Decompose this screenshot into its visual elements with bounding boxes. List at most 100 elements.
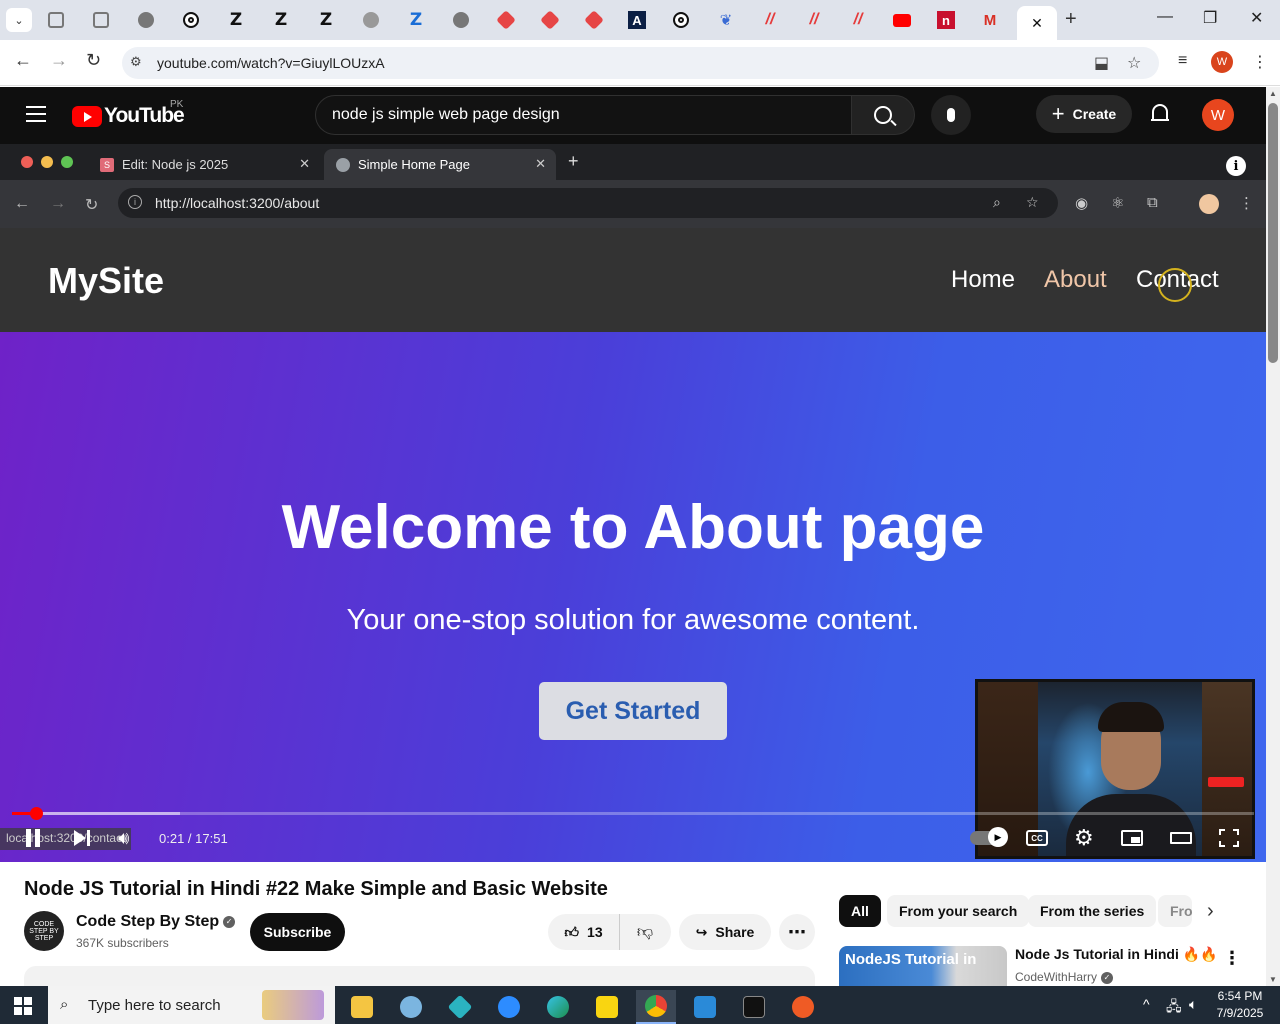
tab-favicon-a-icon[interactable]: A	[627, 10, 647, 30]
tab-favicon-bird-icon[interactable]: ❦	[716, 10, 736, 30]
miniplayer-button[interactable]	[1121, 826, 1143, 850]
tab-close-icon[interactable]: ✕	[1031, 15, 1043, 32]
network-icon[interactable]: 🖧︎	[1166, 996, 1182, 1020]
terminal-icon[interactable]	[734, 990, 774, 1024]
search-input[interactable]: node js simple web page design	[315, 95, 852, 135]
search-query[interactable]: node js simple web page design	[332, 106, 560, 124]
create-button[interactable]: + Create	[1036, 95, 1132, 133]
minimize-icon[interactable]: —	[1157, 8, 1173, 26]
volume-button[interactable]: 🔊︎	[118, 826, 129, 850]
next-button[interactable]	[74, 826, 90, 850]
tab-search-button[interactable]: ⌄	[6, 8, 32, 32]
tab-favicon-globe-icon[interactable]	[361, 10, 381, 30]
notifications-bell-icon[interactable]	[1151, 104, 1169, 124]
window-close-icon[interactable]: ✕	[1250, 8, 1263, 28]
pause-button[interactable]	[26, 826, 40, 850]
youtube-logo[interactable]: YouTube	[72, 104, 185, 128]
chip-from-the-series[interactable]: From the series	[1028, 895, 1157, 927]
chip-all[interactable]: All	[839, 895, 881, 927]
search-button[interactable]	[851, 95, 915, 135]
subscribe-button[interactable]: Subscribe	[250, 913, 345, 951]
tab-favicon-globe-icon[interactable]	[136, 10, 156, 30]
tab-favicon-z-icon[interactable]: Z	[316, 10, 336, 30]
taskbar-clock[interactable]: 6:54 PM 7/9/2025	[1210, 988, 1270, 1022]
dislike-button[interactable]: 👎︎	[620, 923, 670, 942]
forward-icon[interactable]: →	[50, 50, 68, 71]
browser-menu-icon[interactable]: ⋮	[1252, 52, 1268, 72]
speaker-icon[interactable]: 🔈︎	[1189, 996, 1197, 1013]
tab-favicon-n-icon[interactable]: n	[936, 10, 956, 30]
tab-favicon-box-icon[interactable]	[46, 10, 66, 30]
address-bar[interactable]: ⚙ youtube.com/watch?v=GiuylLOUzxA ⬓ ☆	[122, 47, 1159, 79]
bookmark-star-icon[interactable]: ☆	[1127, 53, 1141, 73]
more-actions-button[interactable]: ⋯	[779, 914, 815, 950]
tab-favicon-openai-icon[interactable]	[181, 10, 201, 30]
address-url[interactable]: youtube.com/watch?v=GiuylLOUzxA	[157, 55, 385, 71]
video-player[interactable]: S Edit: Node js 2025 ✕ Simple Home Page …	[0, 144, 1266, 862]
profile-avatar[interactable]: W	[1211, 51, 1233, 73]
tab-favicon-zoho-icon[interactable]: Z	[406, 10, 426, 30]
file-explorer-icon[interactable]	[342, 990, 382, 1024]
account-avatar[interactable]: W	[1202, 99, 1234, 131]
media-control-icon[interactable]: ≡	[1178, 52, 1187, 70]
menu-icon[interactable]	[26, 106, 46, 122]
tab-favicon-slash-icon[interactable]: //	[848, 10, 868, 30]
zoom-app-icon[interactable]	[489, 990, 529, 1024]
fullscreen-button[interactable]	[1219, 826, 1239, 850]
tab-favicon-youtube-icon[interactable]	[892, 10, 912, 30]
site-settings-icon[interactable]: ⚙	[130, 54, 142, 70]
theater-mode-button[interactable]	[1170, 826, 1192, 850]
postman-icon[interactable]	[783, 990, 823, 1024]
install-app-icon[interactable]: ⬓	[1094, 53, 1109, 73]
info-icon[interactable]: i	[1226, 156, 1246, 176]
recommendation-more-icon[interactable]: ⋮	[1223, 948, 1241, 969]
chrome-icon[interactable]	[636, 990, 676, 1024]
chevron-right-icon[interactable]: ›	[1207, 900, 1214, 923]
autoplay-toggle[interactable]: ▶	[970, 826, 1008, 850]
scroll-up-icon[interactable]: ▲	[1269, 89, 1277, 98]
description-box[interactable]	[24, 966, 815, 986]
recommendation-thumbnail[interactable]: NodeJS Tutorial in	[839, 946, 1007, 986]
share-button[interactable]: ↪ Share	[679, 914, 771, 950]
channel-avatar[interactable]: CODE STEP BY STEP	[24, 911, 64, 951]
reload-icon[interactable]: ↻	[86, 50, 101, 71]
channel-name-container[interactable]: Code Step By Step ✓	[76, 913, 236, 931]
windows-start-icon[interactable]	[14, 997, 32, 1015]
paint-icon[interactable]	[391, 990, 431, 1024]
edge-icon[interactable]	[538, 990, 578, 1024]
recommendation-title[interactable]: Node Js Tutorial in Hindi 🔥🔥	[1015, 946, 1218, 963]
back-icon[interactable]: ←	[14, 50, 32, 71]
page-scrollbar[interactable]: ▲ ▼	[1266, 87, 1280, 986]
captions-button[interactable]: CC	[1026, 826, 1048, 850]
app-blue-diamond-icon[interactable]	[440, 990, 480, 1024]
tab-favicon-red-diamond-icon[interactable]	[496, 10, 516, 30]
sticky-notes-icon[interactable]	[587, 990, 627, 1024]
tab-favicon-z-icon[interactable]: Z	[271, 10, 291, 30]
tab-favicon-red-diamond-icon[interactable]	[540, 10, 560, 30]
voice-search-button[interactable]	[931, 95, 971, 135]
tab-favicon-red-diamond-icon[interactable]	[584, 10, 604, 30]
tab-favicon-z-icon[interactable]: Z	[226, 10, 246, 30]
chip-partial[interactable]: Fro	[1158, 895, 1192, 927]
tray-chevron-icon[interactable]: ^	[1143, 996, 1150, 1012]
tab-favicon-slash-icon[interactable]: //	[760, 10, 780, 30]
recommendation-channel[interactable]: CodeWithHarry	[1015, 970, 1097, 984]
tab-favicon-openai-icon[interactable]	[671, 10, 691, 30]
scrollbar-thumb[interactable]	[1268, 103, 1278, 363]
recommendation-channel-container[interactable]: CodeWithHarry ✓	[1015, 970, 1114, 984]
like-button[interactable]: 👍︎ 13	[548, 914, 620, 950]
scroll-down-icon[interactable]: ▼	[1269, 975, 1277, 984]
channel-name[interactable]: Code Step By Step	[76, 913, 219, 930]
settings-button[interactable]: ⚙	[1074, 825, 1094, 850]
vscode-icon[interactable]	[685, 990, 725, 1024]
active-tab[interactable]: ✕	[1017, 6, 1057, 40]
tab-favicon-box-icon[interactable]	[91, 10, 111, 30]
taskbar-search-placeholder[interactable]: Type here to search	[88, 997, 221, 1014]
tab-favicon-slash-icon[interactable]: //	[804, 10, 824, 30]
restore-icon[interactable]: ❐	[1203, 8, 1217, 28]
tab-favicon-gmail-icon[interactable]: M	[980, 10, 1000, 30]
progress-bar[interactable]	[12, 807, 1254, 820]
new-tab-icon[interactable]: +	[1065, 8, 1077, 31]
tab-favicon-globe-icon[interactable]	[451, 10, 471, 30]
chip-from-your-search[interactable]: From your search	[887, 895, 1030, 927]
